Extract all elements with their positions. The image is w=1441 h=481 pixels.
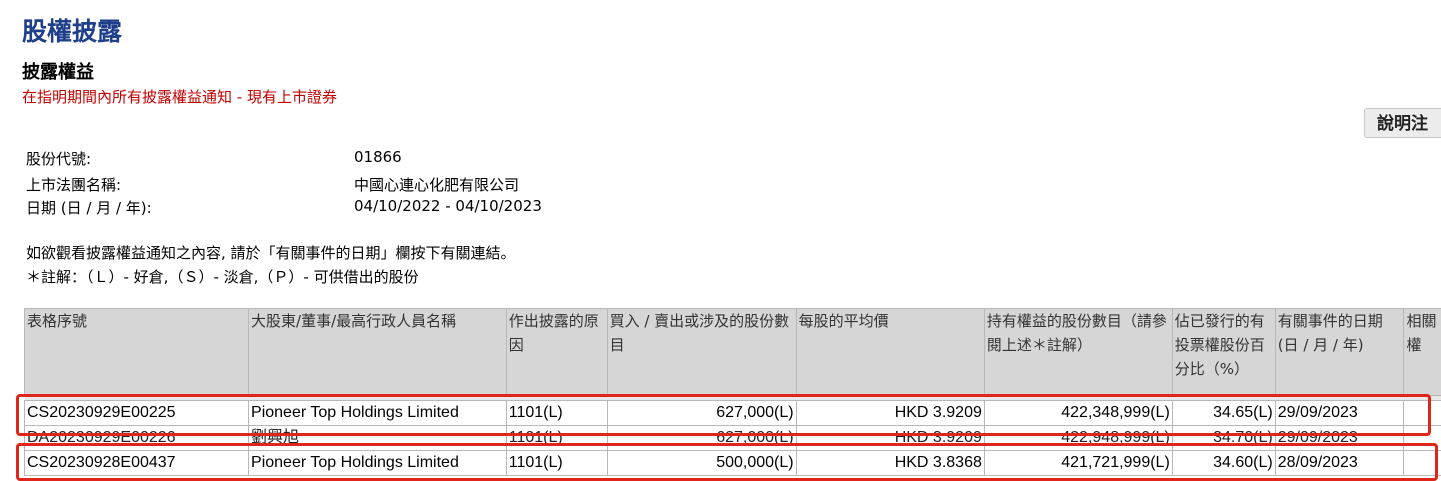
event-date-link[interactable]: 29/09/2023 (1275, 401, 1404, 426)
shares-involved-cell: 500,000(L) (607, 451, 796, 476)
form-serial-cell: CS20230929E00225 (25, 401, 249, 426)
col-header-shares-involved: 買入 / 賣出或涉及的股份數目 (607, 309, 796, 396)
company-label: 上市法團名稱: (26, 174, 121, 195)
table-row: CS20230928E00437 Pioneer Top Holdings Li… (25, 451, 1441, 476)
percentage-cell: 34.70(L) (1172, 426, 1275, 451)
holder-name-cell: Pioneer Top Holdings Limited (249, 451, 507, 476)
avg-price-cell: HKD 3.8368 (796, 451, 984, 476)
avg-price-cell: HKD 3.9209 (796, 426, 984, 451)
col-header-shares-held: 持有權益的股份數目（請參閱上述＊註解） (984, 309, 1172, 396)
form-serial-cell: CS20230928E00437 (25, 451, 249, 476)
col-header-percentage: 佔已發行的有投票權股份百分比（%） (1172, 309, 1275, 396)
reason-cell: 1101(L) (506, 426, 607, 451)
company-value: 中國心連心化肥有限公司 (354, 174, 519, 195)
date-label: 日期 (日 / 月 / 年): (26, 197, 152, 218)
shares-held-cell: 422,948,999(L) (984, 426, 1172, 451)
shares-involved-cell: 627,000(L) (607, 401, 796, 426)
shares-held-cell: 422,348,999(L) (984, 401, 1172, 426)
col-header-reason: 作出披露的原因 (506, 309, 607, 396)
avg-price-cell: HKD 3.9209 (796, 401, 984, 426)
page-title: 股權披露 (22, 12, 122, 48)
shares-involved-cell: 627,000(L) (607, 426, 796, 451)
percentage-cell: 34.60(L) (1172, 451, 1275, 476)
section-subtitle: 在指明期間內所有披露權益通知 - 現有上市證券 (22, 86, 337, 107)
col-header-form-serial: 表格序號 (25, 309, 249, 396)
stock-code-value: 01866 (354, 148, 402, 166)
disclosure-table-container: 表格序號 大股東/董事/最高行政人員名稱 作出披露的原因 買入 / 賣出或涉及的… (24, 308, 1441, 478)
stock-code-label: 股份代號: (26, 148, 91, 169)
help-notes-button[interactable]: 說明注 (1364, 108, 1441, 138)
col-header-avg-price: 每股的平均價 (796, 309, 984, 396)
form-serial-cell: DA20230929E00226 (25, 426, 249, 451)
shares-held-cell: 421,721,999(L) (984, 451, 1172, 476)
col-header-holder-name: 大股東/董事/最高行政人員名稱 (249, 309, 507, 396)
reason-cell: 1101(L) (506, 451, 607, 476)
instruction-note: 如欲觀看披露權益通知之內容, 請於「有關事件的日期」欄按下有關連結。 (26, 242, 516, 263)
holder-name-cell: Pioneer Top Holdings Limited (249, 401, 507, 426)
col-header-event-date: 有關事件的日期 (日 / 月 / 年) (1275, 309, 1404, 396)
holder-name-cell: 劉興旭 (249, 426, 507, 451)
related-cell (1404, 401, 1441, 426)
table-row: DA20230929E00226 劉興旭 1101(L) 627,000(L) … (25, 426, 1441, 451)
reason-cell: 1101(L) (506, 401, 607, 426)
section-title: 披露權益 (22, 58, 94, 84)
disclosure-table: 表格序號 大股東/董事/最高行政人員名稱 作出披露的原因 買入 / 賣出或涉及的… (24, 308, 1441, 476)
legend-note: ＊註解：（Ｌ）- 好倉,（Ｓ）- 淡倉,（Ｐ）- 可供借出的股份 (26, 266, 419, 287)
event-date-link[interactable]: 28/09/2023 (1275, 451, 1404, 476)
date-range-value: 04/10/2022 - 04/10/2023 (354, 197, 542, 215)
table-row: CS20230929E00225 Pioneer Top Holdings Li… (25, 401, 1441, 426)
col-header-related: 相關權 (1404, 309, 1441, 396)
related-cell (1404, 451, 1441, 476)
related-cell (1404, 426, 1441, 451)
percentage-cell: 34.65(L) (1172, 401, 1275, 426)
table-header-row: 表格序號 大股東/董事/最高行政人員名稱 作出披露的原因 買入 / 賣出或涉及的… (25, 309, 1441, 396)
event-date-link[interactable]: 29/09/2023 (1275, 426, 1404, 451)
